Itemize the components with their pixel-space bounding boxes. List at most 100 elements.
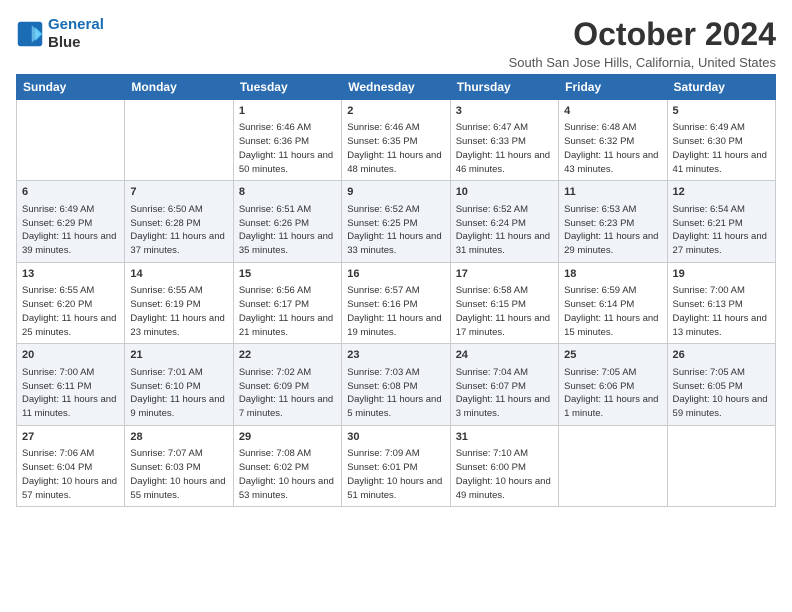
day-cell: 2 Sunrise: 6:46 AMSunset: 6:35 PMDaylight… [342,100,450,181]
day-cell: 20 Sunrise: 7:00 AMSunset: 6:11 PMDayligh… [17,344,125,425]
day-info: Sunrise: 7:00 AMSunset: 6:13 PMDaylight:… [673,284,770,339]
day-cell: 4 Sunrise: 6:48 AMSunset: 6:32 PMDaylight… [559,100,667,181]
day-number: 20 [22,348,119,363]
week-row-4: 27 Sunrise: 7:06 AMSunset: 6:04 PMDayligh… [17,425,776,506]
col-thursday: Thursday [450,75,558,100]
col-monday: Monday [125,75,233,100]
day-number: 12 [673,185,770,200]
title-area: October 2024 South San Jose Hills, Calif… [509,16,776,70]
day-cell [559,425,667,506]
day-number: 17 [456,267,553,282]
day-cell: 23 Sunrise: 7:03 AMSunset: 6:08 PMDayligh… [342,344,450,425]
day-cell: 17 Sunrise: 6:58 AMSunset: 6:15 PMDayligh… [450,262,558,343]
day-number: 22 [239,348,336,363]
day-number: 30 [347,430,444,445]
day-cell: 21 Sunrise: 7:01 AMSunset: 6:10 PMDayligh… [125,344,233,425]
day-cell: 18 Sunrise: 6:59 AMSunset: 6:14 PMDayligh… [559,262,667,343]
location: South San Jose Hills, California, United… [509,55,776,70]
day-number: 6 [22,185,119,200]
day-info: Sunrise: 6:49 AMSunset: 6:30 PMDaylight:… [673,121,770,176]
day-cell: 13 Sunrise: 6:55 AMSunset: 6:20 PMDayligh… [17,262,125,343]
logo-line2: Blue [48,34,104,52]
day-info: Sunrise: 6:59 AMSunset: 6:14 PMDaylight:… [564,284,661,339]
day-cell: 15Sunrise: 6:56 AMSunset: 6:17 PMDayligh… [233,262,341,343]
week-row-2: 13 Sunrise: 6:55 AMSunset: 6:20 PMDayligh… [17,262,776,343]
day-number: 25 [564,348,661,363]
week-row-3: 20 Sunrise: 7:00 AMSunset: 6:11 PMDayligh… [17,344,776,425]
day-number: 28 [130,430,227,445]
day-info: Sunrise: 6:52 AMSunset: 6:24 PMDaylight:… [456,203,553,258]
day-info: Sunrise: 7:07 AMSunset: 6:03 PMDaylight:… [130,447,227,502]
day-number: 7 [130,185,227,200]
day-info: Sunrise: 7:06 AMSunset: 6:04 PMDaylight:… [22,447,119,502]
day-cell: 7Sunrise: 6:50 AMSunset: 6:28 PMDaylight… [125,181,233,262]
day-cell: 30 Sunrise: 7:09 AMSunset: 6:01 PMDayligh… [342,425,450,506]
day-info: Sunrise: 7:03 AMSunset: 6:08 PMDaylight:… [347,366,444,421]
logo: General Blue [16,16,104,52]
col-tuesday: Tuesday [233,75,341,100]
day-number: 3 [456,104,553,119]
day-cell: 5 Sunrise: 6:49 AMSunset: 6:30 PMDaylight… [667,100,775,181]
day-number: 1 [239,104,336,119]
day-cell: 3 Sunrise: 6:47 AMSunset: 6:33 PMDaylight… [450,100,558,181]
day-number: 23 [347,348,444,363]
day-cell: 28 Sunrise: 7:07 AMSunset: 6:03 PMDayligh… [125,425,233,506]
day-info: Sunrise: 7:00 AMSunset: 6:11 PMDaylight:… [22,366,119,421]
day-cell: 22 Sunrise: 7:02 AMSunset: 6:09 PMDayligh… [233,344,341,425]
day-number: 14 [130,267,227,282]
day-info: Sunrise: 7:10 AMSunset: 6:00 PMDaylight:… [456,447,553,502]
month-title: October 2024 [509,16,776,53]
day-number: 10 [456,185,553,200]
day-info: Sunrise: 6:47 AMSunset: 6:33 PMDaylight:… [456,121,553,176]
day-number: 2 [347,104,444,119]
day-number: 4 [564,104,661,119]
day-info: Sunrise: 6:46 AMSunset: 6:35 PMDaylight:… [347,121,444,176]
day-number: 19 [673,267,770,282]
day-number: 11 [564,185,661,200]
logo-line1: General [48,16,104,33]
day-cell: 31 Sunrise: 7:10 AMSunset: 6:00 PMDayligh… [450,425,558,506]
day-number: 31 [456,430,553,445]
day-info: Sunrise: 7:05 AMSunset: 6:05 PMDaylight:… [673,366,770,421]
day-info: Sunrise: 6:48 AMSunset: 6:32 PMDaylight:… [564,121,661,176]
day-info: Sunrise: 7:09 AMSunset: 6:01 PMDaylight:… [347,447,444,502]
day-cell: 16 Sunrise: 6:57 AMSunset: 6:16 PMDayligh… [342,262,450,343]
day-number: 16 [347,267,444,282]
day-info: Sunrise: 6:58 AMSunset: 6:15 PMDaylight:… [456,284,553,339]
day-cell: 11 Sunrise: 6:53 AMSunset: 6:23 PMDayligh… [559,181,667,262]
day-number: 8 [239,185,336,200]
day-number: 5 [673,104,770,119]
day-info: Sunrise: 6:53 AMSunset: 6:23 PMDaylight:… [564,203,661,258]
day-number: 26 [673,348,770,363]
week-row-1: 6 Sunrise: 6:49 AMSunset: 6:29 PMDaylight… [17,181,776,262]
day-info: Sunrise: 7:08 AMSunset: 6:02 PMDaylight:… [239,447,336,502]
logo-icon [16,20,44,48]
day-info: Sunrise: 7:01 AMSunset: 6:10 PMDaylight:… [130,366,227,421]
day-number: 15 [239,267,336,282]
day-cell: 1Sunrise: 6:46 AMSunset: 6:36 PMDaylight… [233,100,341,181]
day-info: Sunrise: 7:04 AMSunset: 6:07 PMDaylight:… [456,366,553,421]
day-cell [125,100,233,181]
day-cell: 10 Sunrise: 6:52 AMSunset: 6:24 PMDayligh… [450,181,558,262]
day-number: 27 [22,430,119,445]
day-cell: 8Sunrise: 6:51 AMSunset: 6:26 PMDaylight… [233,181,341,262]
day-cell: 6 Sunrise: 6:49 AMSunset: 6:29 PMDaylight… [17,181,125,262]
logo-text: General Blue [48,16,104,52]
day-cell [667,425,775,506]
day-number: 18 [564,267,661,282]
day-info: Sunrise: 7:02 AMSunset: 6:09 PMDaylight:… [239,366,336,421]
day-info: Sunrise: 6:57 AMSunset: 6:16 PMDaylight:… [347,284,444,339]
calendar-body: 1Sunrise: 6:46 AMSunset: 6:36 PMDaylight… [17,100,776,507]
day-info: Sunrise: 7:05 AMSunset: 6:06 PMDaylight:… [564,366,661,421]
col-saturday: Saturday [667,75,775,100]
col-wednesday: Wednesday [342,75,450,100]
day-number: 13 [22,267,119,282]
day-cell: 14Sunrise: 6:55 AMSunset: 6:19 PMDayligh… [125,262,233,343]
day-number: 21 [130,348,227,363]
day-info: Sunrise: 6:55 AMSunset: 6:20 PMDaylight:… [22,284,119,339]
day-info: Sunrise: 6:49 AMSunset: 6:29 PMDaylight:… [22,203,119,258]
day-cell: 25 Sunrise: 7:05 AMSunset: 6:06 PMDayligh… [559,344,667,425]
page-header: General Blue October 2024 South San Jose… [16,16,776,70]
col-friday: Friday [559,75,667,100]
day-cell: 27 Sunrise: 7:06 AMSunset: 6:04 PMDayligh… [17,425,125,506]
